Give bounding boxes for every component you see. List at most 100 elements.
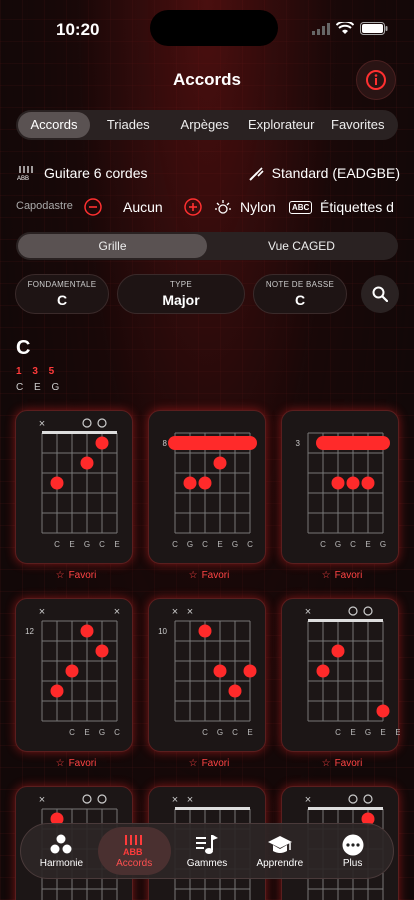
favorite-button[interactable]: ☆ Favori [281, 570, 399, 581]
finger-dot [198, 624, 212, 638]
favorite-button[interactable]: ☆ Favori [15, 758, 133, 769]
nav-accords[interactable]: ABB Accords [97, 827, 171, 875]
nav-plus[interactable]: Plus [316, 827, 389, 875]
favorite-button[interactable]: ☆ Favori [148, 758, 266, 769]
string-note-label: E [84, 728, 89, 737]
root-label: FONDAMENTALE [27, 280, 97, 289]
string-note-label: G [335, 540, 341, 549]
fret-number: 12 [25, 627, 34, 636]
finger-dot [213, 664, 227, 678]
muted-string-marker: × [172, 794, 178, 806]
tab-favorites[interactable]: Favorites [320, 112, 397, 138]
string-note-label: C [320, 540, 326, 549]
barre-mark [316, 436, 390, 450]
search-icon [372, 286, 388, 302]
open-string-marker [363, 606, 373, 616]
tuning-selector[interactable]: Standard (EADGBE) [248, 165, 400, 181]
string-note-label: E [247, 728, 252, 737]
nav-label-accords: Accords [116, 857, 153, 869]
open-string-marker [348, 794, 358, 804]
string-note-label: G [217, 728, 223, 737]
graduation-cap-icon [267, 835, 292, 853]
favorite-label: Favori [334, 570, 363, 581]
instrument-row: ABB Guitare 6 cordes Standard (EADGBE) [16, 165, 400, 185]
root-selector[interactable]: FONDAMENTALE C [15, 274, 109, 314]
favorite-label: Favori [68, 570, 97, 581]
finger-dot [331, 476, 345, 490]
tab-arpeges[interactable]: Arpèges [167, 112, 244, 138]
string-type[interactable]: Nylon [240, 199, 276, 215]
muted-string-marker: × [187, 606, 193, 618]
finger-dot [228, 684, 242, 698]
nav-apprendre[interactable]: Apprendre [243, 827, 316, 875]
search-button[interactable] [361, 275, 399, 313]
info-icon [366, 70, 386, 90]
dynamic-island [150, 10, 278, 46]
type-selector[interactable]: TYPE Major [117, 274, 245, 314]
string-note-label: C [202, 540, 208, 549]
tab-triades[interactable]: Triades [90, 112, 167, 138]
finger-dot [316, 664, 330, 678]
guitar-strings-icon: ABB [17, 166, 33, 181]
open-string-marker [82, 418, 92, 428]
string-note-label: C [172, 540, 178, 549]
string-note-label: E [350, 728, 355, 737]
finger-dot [95, 644, 109, 658]
open-string-marker [97, 794, 107, 804]
bass-selector[interactable]: NOTE DE BASSE C [253, 274, 347, 314]
chord-diagram-card[interactable]: × × 10 C G C E [148, 598, 266, 752]
nav-label-harmonie: Harmonie [39, 857, 84, 869]
chord-diagram-card[interactable]: × × 12 C E G C [15, 598, 133, 752]
star-icon: ☆ [55, 758, 65, 769]
status-icons [312, 22, 388, 35]
string-note-label: C [232, 728, 238, 737]
finger-dot [361, 476, 375, 490]
instrument-selector[interactable]: ABB Guitare 6 cordes [16, 165, 148, 181]
favorite-label: Favori [68, 758, 97, 769]
open-string-marker [82, 794, 92, 804]
string-note-label: C [335, 728, 341, 737]
nav-gammes[interactable]: Gammes [171, 827, 244, 875]
bass-value: C [294, 292, 306, 308]
tab-accords[interactable]: Accords [18, 112, 90, 138]
fret-number: 10 [158, 627, 167, 636]
favorite-button[interactable]: ☆ Favori [15, 570, 133, 581]
nav-harmonie[interactable]: Harmonie [25, 827, 98, 875]
tab-explorateur[interactable]: Explorateur [243, 112, 320, 138]
plus-icon[interactable] [184, 198, 202, 216]
finger-dot [198, 476, 212, 490]
nav-label-gammes: Gammes [186, 857, 228, 869]
bottom-tab-bar: Harmonie ABB Accords Gammes Apprendre Pl… [20, 823, 394, 879]
string-note-label: C [99, 540, 105, 549]
favorite-button[interactable]: ☆ Favori [148, 570, 266, 581]
labels-badge: ABC [289, 201, 313, 214]
capo-row: Capodastre Aucun Nylon ABC Étiquettes d [16, 198, 414, 218]
barre-mark [168, 436, 257, 450]
chord-diagram-card[interactable]: 8CGCEGC [148, 410, 266, 564]
string-note-label: G [84, 540, 90, 549]
open-string-marker [97, 418, 107, 428]
chord-diagram-card[interactable]: × C E G E E [281, 598, 401, 752]
string-note-label: C [202, 728, 208, 737]
finger-dot [346, 476, 360, 490]
chord-diagram-card[interactable]: × C E G C E [15, 410, 133, 564]
open-string-marker [348, 606, 358, 616]
caged-view-option[interactable]: Vue CAGED [207, 234, 396, 258]
favorite-label: Favori [201, 570, 230, 581]
fret-number: 8 [163, 439, 168, 448]
favorite-button[interactable]: ☆ Favori [281, 758, 399, 769]
finger-dot [243, 664, 257, 678]
string-note-label: E [69, 540, 74, 549]
minus-icon[interactable] [84, 198, 102, 216]
info-button[interactable] [356, 60, 396, 100]
finger-dot [331, 644, 345, 658]
chord-diagram-card[interactable]: 3CGCEG [281, 410, 399, 564]
labels-toggle[interactable]: Étiquettes d [320, 199, 394, 215]
star-icon: ☆ [55, 570, 65, 581]
star-icon: ☆ [321, 758, 331, 769]
string-note-label: G [187, 540, 193, 549]
harmony-icon [50, 834, 72, 853]
signal-icon [312, 22, 330, 35]
grid-view-option[interactable]: Grille [18, 234, 207, 258]
fret-number: 3 [296, 439, 301, 448]
